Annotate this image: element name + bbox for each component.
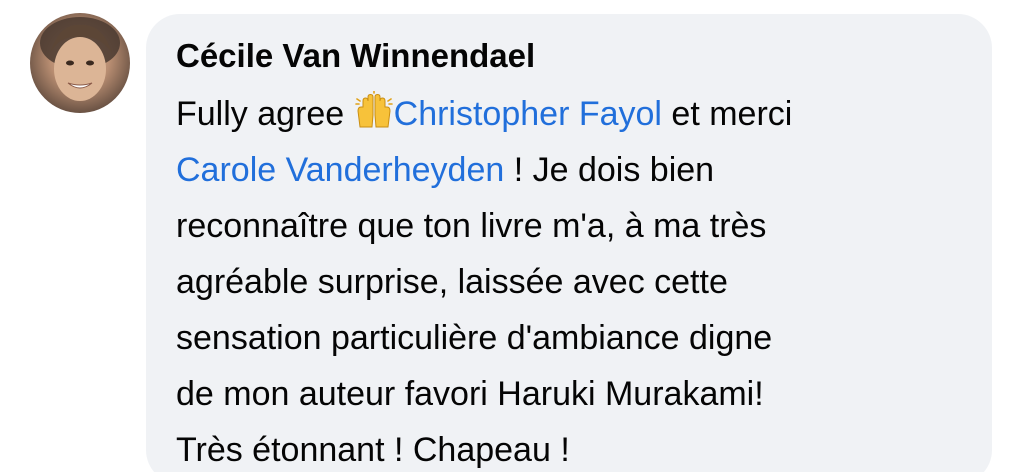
avatar-photo (40, 17, 120, 101)
comment-line: Carole Vanderheyden ! Je dois bien (176, 142, 962, 198)
comment-text-segment: ! Je dois bien (504, 151, 715, 189)
mention-link[interactable]: Carole Vanderheyden (176, 151, 504, 189)
comment-text-segment: Fully agree (176, 95, 354, 133)
mention-link[interactable]: Christopher Fayol (394, 95, 662, 133)
comment-line: de mon auteur favori Haruki Murakami! (176, 375, 764, 413)
avatar[interactable] (30, 13, 130, 113)
comment-bubble: Cécile Van Winnendael Fully agree Christ… (146, 14, 992, 472)
comment-author-name[interactable]: Cécile Van Winnendael (176, 36, 962, 80)
comment-line: Très étonnant ! Chapeau ! (176, 431, 570, 469)
comment-text-segment: et merci (661, 95, 793, 133)
raising-hands-icon (354, 90, 394, 131)
comment-line: sensation particulière d'ambiance digne (176, 319, 773, 357)
comment-line: reconnaître que ton livre m'a, à ma très (176, 207, 767, 245)
comment-line: agréable surprise, laissée avec cette (176, 263, 728, 301)
comment-line: Fully agree Christopher Fayol et merci (176, 86, 962, 142)
comment-text: Fully agree Christopher Fayol et merci C… (176, 86, 962, 472)
